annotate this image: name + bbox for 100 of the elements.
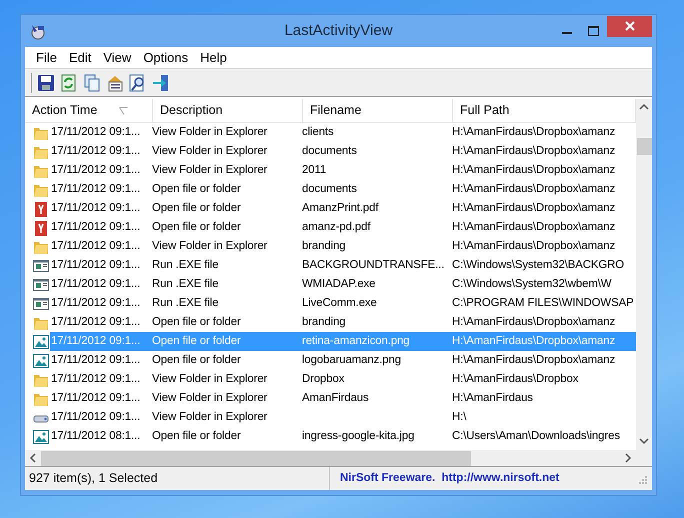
table-cell: View Folder in Explorer (152, 164, 268, 176)
window-title: LastActivityView (284, 20, 393, 41)
table-cell: H:\AmanFirdaus\Dropbox\amanz (452, 354, 616, 366)
table-cell: Open file or folder (152, 354, 241, 366)
table-row[interactable]: 17/11/2012 09:1... Open file or folder logobaruamanz.png H:\AmanFirdaus\Dropbox\amanz (50, 351, 636, 370)
copy-icon (83, 74, 101, 92)
table-row[interactable]: 17/11/2012 09:1... View Folder in Explorer documents H:\AmanFirdaus\Dropbox\amanz (50, 142, 636, 161)
table-cell: branding (302, 316, 346, 328)
table-cell: retina-amanzicon.png (302, 334, 410, 347)
table-cell: logobaruamanz.png (302, 354, 401, 366)
table-cell: Run .EXE file (152, 258, 218, 271)
table-cell: Open file or folder (152, 430, 241, 442)
table-cell: 17/11/2012 09:1... (51, 278, 140, 290)
table-cell: 17/11/2012 09:1... (51, 164, 140, 176)
table-cell: H:\AmanFirdaus (452, 392, 533, 404)
properties-button[interactable] (106, 74, 124, 92)
table-cell: BACKGROUNDTRANSFE... (302, 258, 444, 271)
table-cell: H:\AmanFirdaus\Dropbox\amanz (452, 144, 616, 157)
table-cell: 2011 (302, 164, 326, 176)
table-cell: H:\AmanFirdaus\Dropbox\amanz (452, 220, 616, 233)
table-cell: clients (302, 126, 334, 138)
table-cell: View Folder in Explorer (152, 144, 268, 157)
table-row[interactable]: 17/11/2012 09:1... Run .EXE file WMIADAP.exe C:\Windows\System32\wbem\W (50, 275, 636, 294)
table-row[interactable]: 17/11/2012 09:1... Run .EXE file BACKGROUNDTRANSFE... C:\Windows\System32\BACKGRO (50, 256, 636, 275)
horizontal-scrollbar-thumb[interactable] (41, 450, 471, 466)
application-icon (33, 276, 49, 292)
document-icon (33, 220, 49, 236)
table-cell: Open file or folder (152, 334, 241, 347)
table-cell: C:\PROGRAM FILES\WINDOWSAP (452, 296, 634, 309)
table-cell: 17/11/2012 09:1... (51, 144, 140, 157)
document-icon (33, 200, 49, 216)
table-cell: 17/11/2012 09:1... (51, 372, 140, 385)
table-cell: Open file or folder (152, 182, 241, 195)
table-cell: View Folder in Explorer (152, 240, 268, 252)
exit-icon (152, 74, 170, 92)
table-cell: 17/11/2012 09:1... (51, 258, 140, 271)
table-cell: Dropbox (302, 372, 344, 385)
table-row[interactable]: 17/11/2012 09:1... Open file or folder amanz-pd.pdf H:\AmanFirdaus\Dropbox\amanz (50, 218, 636, 237)
sort-indicator-icon (119, 106, 128, 114)
image-icon (33, 334, 49, 350)
close-button[interactable] (607, 16, 652, 36)
menu-item[interactable]: Help (194, 48, 233, 68)
table-cell: 17/11/2012 09:1... (51, 392, 140, 404)
table-cell: ingress-google-kita.jpg (302, 430, 414, 442)
table-cell: Run .EXE file (152, 278, 218, 290)
image-icon (33, 428, 49, 444)
table-cell: WMIADAP.exe (302, 278, 376, 290)
table-cell: branding (302, 240, 346, 252)
exit-button[interactable] (152, 74, 170, 92)
table-row[interactable]: 17/11/2012 09:1... View Folder in Explorer H:\ (50, 408, 636, 427)
save-icon (37, 74, 55, 92)
table-cell: Open file or folder (152, 202, 241, 214)
table-cell: H:\ (452, 410, 466, 423)
properties-icon (106, 74, 124, 92)
copy-button[interactable] (83, 74, 101, 92)
menu-item[interactable]: File (30, 48, 63, 68)
table-cell: H:\AmanFirdaus\Dropbox\amanz (452, 126, 616, 138)
table-row[interactable]: 17/11/2012 09:1... View Folder in Explorer AmanFirdaus H:\AmanFirdaus (50, 389, 636, 408)
table-cell: AmanzPrint.pdf (302, 202, 378, 214)
table-row[interactable]: 17/11/2012 09:1... Run .EXE file LiveComm.exe C:\PROGRAM FILES\WINDOWSAP (50, 294, 636, 313)
menu-item[interactable]: Edit (62, 48, 98, 68)
table-cell: Open file or folder (152, 220, 241, 233)
table-cell: documents (302, 144, 357, 157)
table-cell: AmanFirdaus (302, 392, 369, 404)
save-button[interactable] (37, 74, 55, 92)
menu-item[interactable]: View (97, 48, 138, 68)
table-cell: 17/11/2012 09:1... (51, 334, 140, 347)
table-cell: View Folder in Explorer (152, 392, 268, 404)
table-row[interactable]: 17/11/2012 09:1... View Folder in Explorer 2011 H:\AmanFirdaus\Dropbox\amanz (50, 161, 636, 180)
table-cell: documents (302, 182, 357, 195)
table-cell: H:\AmanFirdaus\Dropbox (452, 372, 578, 385)
table-cell: LiveComm.exe (302, 296, 377, 309)
table-row[interactable]: 17/11/2012 08:1... Open file or folder ingress-google-kita.jpg C:\Users\Aman\Downloads\ingres (50, 427, 636, 446)
table-row[interactable]: 17/11/2012 09:1... View Folder in Explorer branding H:\AmanFirdaus\Dropbox\amanz (50, 237, 636, 256)
table-cell: H:\AmanFirdaus\Dropbox\amanz (452, 202, 616, 214)
table-row[interactable]: 17/11/2012 09:1... Open file or folder branding H:\AmanFirdaus\Dropbox\amanz (50, 313, 636, 332)
refresh-icon (60, 74, 78, 92)
table-cell: C:\Windows\System32\wbem\W (452, 278, 612, 290)
table-cell: 17/11/2012 08:1... (51, 430, 140, 442)
vertical-scrollbar-thumb[interactable] (636, 138, 652, 155)
table-cell: View Folder in Explorer (152, 410, 268, 423)
table-cell: H:\AmanFirdaus\Dropbox\amanz (452, 240, 616, 252)
table-row[interactable]: 17/11/2012 09:1... View Folder in Explorer Dropbox H:\AmanFirdaus\Dropbox (50, 370, 636, 389)
menu-item[interactable]: Options (137, 48, 194, 68)
table-cell: 17/11/2012 09:1... (51, 410, 140, 423)
table-row[interactable]: 17/11/2012 09:1... Open file or folder documents H:\AmanFirdaus\Dropbox\amanz (50, 180, 636, 199)
table-cell: 17/11/2012 09:1... (51, 220, 140, 233)
table-cell: H:\AmanFirdaus\Dropbox\amanz (452, 182, 616, 195)
table-cell: 17/11/2012 09:1... (51, 126, 140, 138)
table-cell: 17/11/2012 09:1... (51, 202, 140, 214)
table-cell: Open file or folder (152, 316, 241, 328)
table-cell: amanz-pd.pdf (302, 220, 370, 233)
table-cell: 17/11/2012 09:1... (51, 240, 140, 252)
table-cell: View Folder in Explorer (152, 126, 268, 138)
table-cell: C:\Users\Aman\Downloads\ingres (452, 430, 620, 442)
table-cell: Run .EXE file (152, 296, 218, 309)
table-row[interactable]: 17/11/2012 09:1... View Folder in Explorer clients H:\AmanFirdaus\Dropbox\amanz (50, 123, 636, 142)
status-credit-text: NirSoft Freeware. http://www.nirsoft.net (339, 470, 560, 486)
table-row[interactable]: 17/11/2012 09:1... Open file or folder AmanzPrint.pdf H:\AmanFirdaus\Dropbox\amanz (50, 199, 636, 218)
refresh-button[interactable] (60, 74, 78, 92)
